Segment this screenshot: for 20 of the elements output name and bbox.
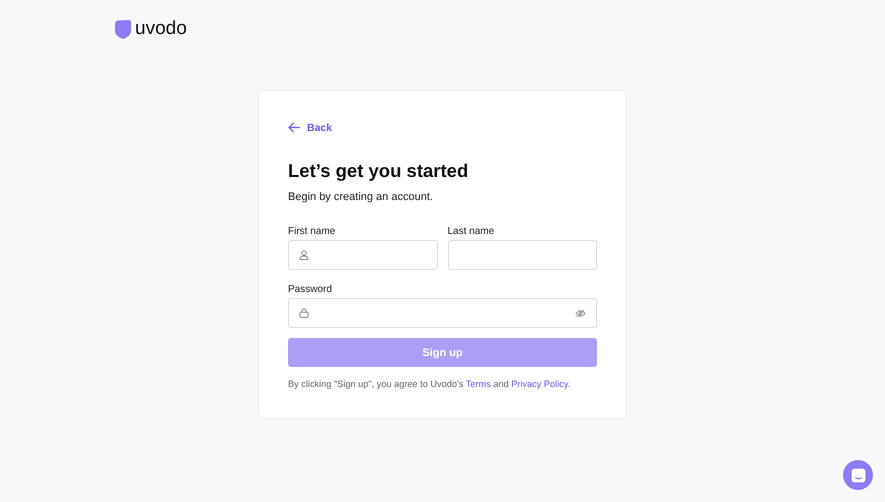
lock-icon	[299, 308, 309, 318]
input-field[interactable]	[288, 240, 438, 270]
page-subheading: Begin by creating an account.	[288, 191, 434, 203]
page-heading: Let’s get you started	[288, 160, 470, 182]
terms-link[interactable]: Terms	[466, 379, 491, 389]
chat-button[interactable]	[843, 460, 873, 490]
logo-icon	[115, 20, 131, 38]
input-field[interactable]	[448, 240, 597, 270]
chat-icon	[850, 466, 866, 484]
legal-notice: By clicking "Sign up", you agree to Uvodo’s Terms and Privacy Policy.	[288, 379, 572, 389]
arrow-left-icon	[288, 122, 301, 133]
field-label: Last name	[448, 226, 496, 237]
eye-off-icon[interactable]	[575, 308, 586, 318]
field-label: Password	[288, 284, 333, 295]
privacy-policy-link[interactable]: Privacy Policy	[511, 379, 568, 389]
back-link[interactable]: Back	[288, 122, 332, 134]
input-field[interactable]	[288, 298, 597, 328]
field-label: First name	[288, 226, 336, 237]
brand-name: uvodo	[135, 18, 187, 40]
user-icon	[299, 250, 309, 260]
